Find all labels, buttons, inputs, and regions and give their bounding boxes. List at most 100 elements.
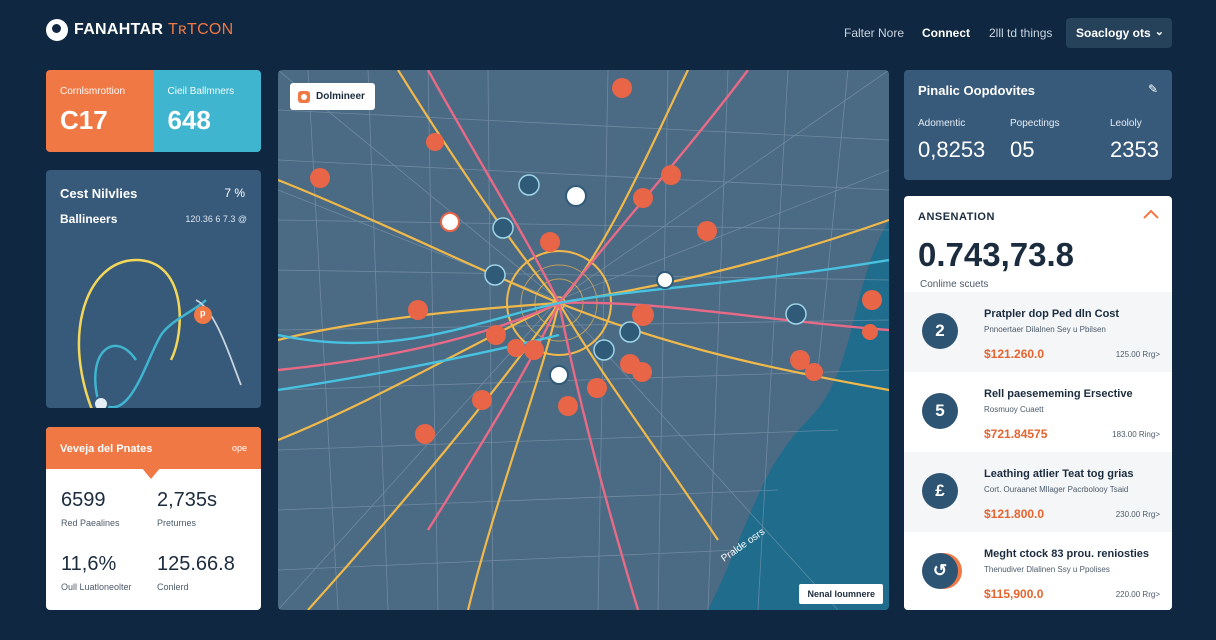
map-pin[interactable] [656,271,674,289]
map-pin[interactable] [558,396,578,416]
kpi-label: Leololy [1110,118,1142,129]
stat-value: 2,735s [157,489,218,511]
trend-curve [77,258,242,408]
map-pin[interactable] [518,174,540,196]
logo-main: FANAHTAR [74,21,164,38]
map-layer-chip[interactable]: Dolmineer [290,83,375,110]
map-pin[interactable] [507,339,525,357]
map-pin[interactable] [612,78,632,98]
stat-item: 2,735s Preturnes [157,489,217,528]
stats-card-header: Veveja del Pnates ope [46,427,261,469]
nav-link-falter[interactable]: Falter Nore [844,26,904,40]
edit-icon[interactable]: ✎ [1148,82,1158,96]
list-item-avatar: £ [922,473,958,509]
list-item[interactable]: £ Leathing atlier Teat tog grias Cort. O… [904,452,1172,532]
list-item-name: Meght ctock 83 prou. reniosties [984,548,1150,560]
list-item-avatar: ↺ [922,553,958,589]
category-dropdown[interactable]: Soaclogy ots ⌄ [1066,18,1172,48]
logo-text: FANAHTAR TʀTCON [74,21,234,39]
map-pin[interactable] [408,300,428,320]
list-item-price: $121.260.0 [984,347,1045,361]
map-canvas[interactable] [278,70,889,610]
map-pin[interactable] [593,339,615,361]
logo-accent: TʀTCON [167,21,234,38]
map-pin[interactable] [862,324,878,340]
stat-value: 11,6% [61,553,117,575]
map-pin[interactable] [472,390,492,410]
list-item-price: $115,900.0 [984,587,1044,601]
summary-left-value: C17 [60,105,108,135]
map-pin[interactable] [310,168,330,188]
map-pin[interactable] [862,290,882,310]
stats-card-action[interactable]: ope [232,443,247,453]
map-pin[interactable] [619,321,641,343]
map-pin[interactable] [484,264,506,286]
summary-left[interactable]: Cornlsmrottion C17 [46,70,154,152]
stat-label: Conlerd [157,582,189,592]
stat-label: Preturnes [157,518,197,528]
city-map[interactable]: Dolmineer Pralde osrs Nenal loumnere [278,70,889,610]
chevron-up-icon[interactable] [1142,207,1160,221]
map-pin[interactable] [661,165,681,185]
stat-value: 6599 [61,489,106,511]
map-pin[interactable] [440,212,460,232]
map-pin[interactable] [633,188,653,208]
trend-title: Cest Nilvlies [60,186,138,201]
summary-right-label: Cieil Ballmners [167,86,235,97]
map-pin[interactable] [486,325,506,345]
kpi-item: Adomentic 0,8253 [918,118,985,163]
list-item[interactable]: 2 Pratpler dop Ped dln Cost Pnnoertaer D… [904,292,1172,372]
map-legend[interactable]: Nenal loumnere [799,584,883,604]
nav-link-connect[interactable]: Connect [922,26,970,40]
summary-right[interactable]: Cieil Ballmners 648 [153,70,261,152]
pin-icon [298,90,310,103]
trend-title-value: 7 % [224,186,245,200]
summary-split-card: Cornlsmrottion C17 Cieil Ballmners 648 [46,70,261,152]
map-pin[interactable] [426,133,444,151]
logo-icon [46,19,68,41]
stat-label: Oull Luatloneolter [61,582,132,592]
stats-card: Veveja del Pnates ope 6599 Red Paealines… [46,427,261,610]
list-item-avatar: 5 [922,393,958,429]
map-pin[interactable] [524,340,544,360]
map-pin[interactable] [805,363,823,381]
map-chip-label: Dolmineer [316,91,365,102]
trend-subtitle: Ballineers [60,212,118,226]
map-pin[interactable] [697,221,717,241]
list-item-desc: Rosmuoy Cuaett [984,405,1044,414]
nav-link-things[interactable]: 2lll td things [989,26,1052,40]
map-pins[interactable] [310,78,882,444]
kpi-value: 05 [1010,137,1035,162]
dropdown-label: Soaclogy ots [1076,26,1151,40]
list-item-name: Pratpler dop Ped dln Cost [984,308,1120,320]
list-item-name: Rell paesememing Ersective [984,388,1133,400]
kpi-label: Popectings [1010,118,1060,129]
summary-left-label: Cornlsmrottion [60,86,126,97]
map-pin[interactable] [632,362,652,382]
kpi-item: Popectings 05 [1010,118,1059,163]
map-pin[interactable] [565,185,587,207]
map-pin[interactable] [549,365,569,385]
app-logo[interactable]: FANAHTAR TʀTCON [46,19,234,41]
map-pin[interactable] [492,217,514,239]
kpi-card: Pinalic Oopdovites ✎ Adomentic 0,8253 Po… [904,70,1172,180]
list-item-rate: 125.00 Rrg> [1115,350,1160,359]
list-item[interactable]: 5 Rell paesememing Ersective Rosmuoy Cua… [904,372,1172,452]
stat-item: 6599 Red Paealines [61,489,120,528]
map-pin[interactable] [785,303,807,325]
stat-label: Red Paealines [61,518,120,528]
map-pin[interactable] [415,424,435,444]
stats-card-title: Veveja del Pnates [60,443,153,455]
listing-card: ANSENATION 0.743,73.8 Conlime scuets 2 P… [904,196,1172,610]
list-item-avatar: 2 [922,313,958,349]
top-bar: FANAHTAR TʀTCON Falter Nore Connect 2lll… [0,0,1216,64]
trend-marker-label: p [200,308,206,318]
map-pin[interactable] [587,378,607,398]
stat-value: 125.66.8 [157,553,235,575]
list-item[interactable]: ↺ Meght ctock 83 prou. reniosties Thenud… [904,532,1172,610]
map-pin[interactable] [540,232,560,252]
list-item-rate: 183.00 Ring> [1112,430,1160,439]
listing-total-value: 0.743,73.8 [918,236,1074,273]
kpi-item: Leololy 2353 [1110,118,1159,163]
kpi-value: 0,8253 [918,137,986,162]
